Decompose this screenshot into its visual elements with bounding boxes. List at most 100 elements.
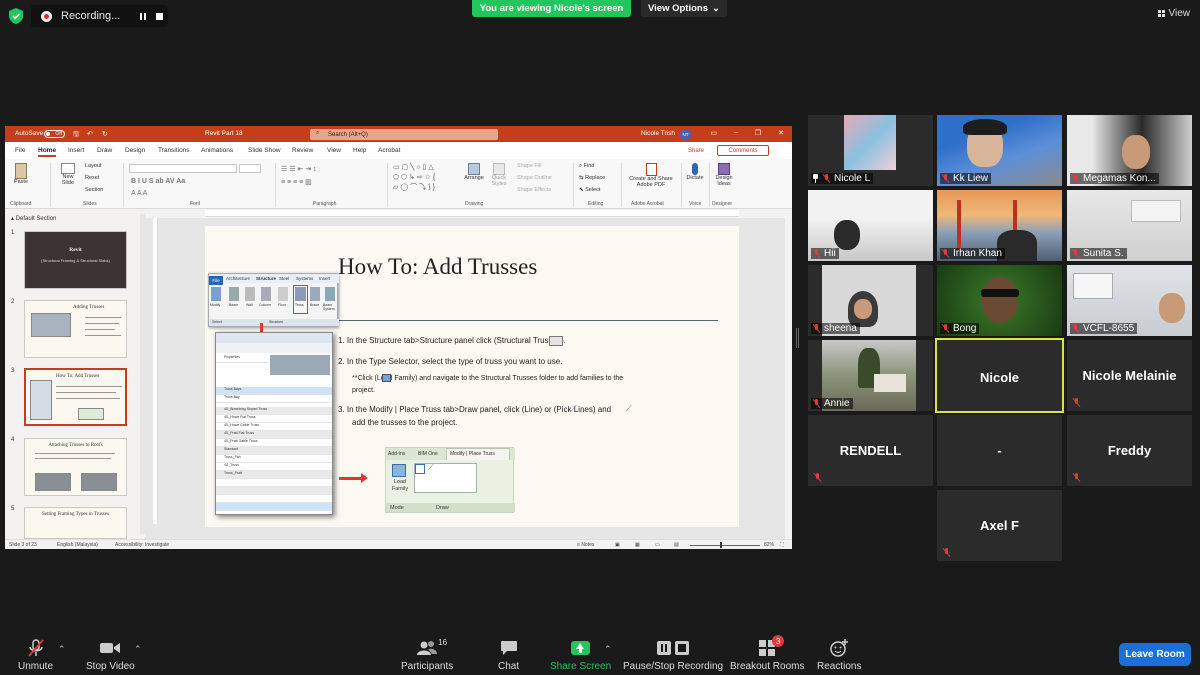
- ppt-search-box[interactable]: ⌕ Search (Alt+Q): [310, 129, 498, 140]
- view-button[interactable]: View: [1157, 8, 1190, 19]
- new-slide-button[interactable]: New Slide: [57, 163, 79, 186]
- tab-transitions[interactable]: Transitions: [158, 147, 190, 154]
- participant-tile[interactable]: Axel F: [937, 490, 1062, 561]
- participant-tile[interactable]: Sunita S.: [1067, 190, 1192, 261]
- participant-tile[interactable]: Nicole Melainie: [1067, 340, 1192, 411]
- find-button[interactable]: ⌕ Find: [579, 163, 594, 170]
- leave-room-button[interactable]: Leave Room: [1119, 643, 1191, 666]
- participant-tile[interactable]: Bong: [937, 265, 1062, 336]
- participant-tile[interactable]: VCFL-8655: [1067, 265, 1192, 336]
- reactions-button[interactable]: Reactions: [817, 638, 861, 672]
- fit-slide-icon[interactable]: ⛶: [780, 542, 784, 548]
- participant-tile[interactable]: -: [937, 415, 1062, 486]
- font-format-icons[interactable]: B I U S ab AV Aa: [131, 178, 185, 185]
- create-pdf-button[interactable]: Create and Share Adobe PDF: [625, 163, 677, 188]
- ppt-share-button[interactable]: Share: [681, 145, 711, 156]
- slide-sorter-icon[interactable]: ▦: [635, 542, 640, 548]
- tab-design[interactable]: Design: [125, 147, 145, 154]
- stop-recording-icon[interactable]: [154, 11, 164, 21]
- share-options-caret-icon[interactable]: ⌃: [604, 644, 612, 655]
- slide-thumbnail-2[interactable]: Adding Trusses: [24, 300, 127, 358]
- stop-video-button[interactable]: Stop Video: [86, 638, 135, 672]
- current-slide[interactable]: How To: Add Trusses File Architecture St…: [205, 226, 739, 527]
- shape-fill-button[interactable]: Shape Fill: [517, 163, 541, 169]
- slide-thumbnail-4[interactable]: Attaching Trusses to Roofs: [24, 438, 127, 496]
- zoom-slider[interactable]: [690, 545, 760, 546]
- accessibility-status[interactable]: Accessibility: Investigate: [115, 542, 169, 548]
- tab-insert[interactable]: Insert: [68, 147, 84, 154]
- participant-tile-active-speaker[interactable]: Nicole: [935, 338, 1064, 413]
- font-color-icons[interactable]: A A A: [131, 190, 147, 197]
- layout-button[interactable]: Layout: [85, 163, 102, 169]
- undo-icon[interactable]: ↶: [87, 130, 93, 138]
- tab-acrobat[interactable]: Acrobat: [378, 147, 400, 154]
- dictate-button[interactable]: Dictate: [685, 163, 705, 181]
- zoom-level[interactable]: 82%: [764, 542, 774, 548]
- participant-tile[interactable]: sheena: [808, 265, 933, 336]
- participant-tile[interactable]: Hii: [808, 190, 933, 261]
- shape-effects-button[interactable]: Shape Effects: [517, 187, 551, 193]
- audio-options-caret-icon[interactable]: ⌃: [58, 644, 66, 655]
- panel-resize-handle[interactable]: [796, 328, 798, 348]
- participant-tile[interactable]: Kk Liew: [937, 115, 1062, 186]
- participant-tile[interactable]: Nicole L: [808, 115, 933, 186]
- pause-stop-recording-button[interactable]: Pause/Stop Recording: [623, 638, 723, 672]
- video-options-caret-icon[interactable]: ⌃: [134, 644, 142, 655]
- tab-animations[interactable]: Animations: [201, 147, 233, 154]
- participants-button[interactable]: 16 Participants: [401, 638, 453, 672]
- tab-slide-show[interactable]: Slide Show: [248, 147, 281, 154]
- save-icon[interactable]: 🖫: [73, 130, 79, 141]
- notes-button[interactable]: ≡ Notes: [577, 542, 594, 548]
- tab-file[interactable]: File: [15, 147, 25, 154]
- zoom-slider-thumb[interactable]: [720, 542, 722, 548]
- quick-styles-button[interactable]: Quick Styles: [489, 163, 509, 187]
- language-indicator[interactable]: English (Malaysia): [57, 542, 98, 548]
- list-icons[interactable]: ☰ ☰ ⇤ ⇥ ↕: [281, 165, 317, 173]
- shape-outline-button[interactable]: Shape Outline: [517, 175, 552, 181]
- pause-recording-icon[interactable]: [135, 10, 151, 22]
- share-screen-button[interactable]: Share Screen: [550, 638, 611, 672]
- shapes-gallery[interactable]: ▭ ▢ ╲ ○ ▯ △ ⬠ ⬡ ↳ ⇨ ☆ {▱ ◯ ⌒ ⤵ ⟆ }: [393, 163, 435, 193]
- close-icon[interactable]: ✕: [778, 129, 784, 137]
- slide-thumbnail-1[interactable]: Revit (Structural Framing & Structural S…: [24, 231, 127, 289]
- breakout-rooms-button[interactable]: 3 Breakout Rooms: [730, 635, 804, 672]
- tab-draw[interactable]: Draw: [97, 147, 112, 154]
- participant-tile[interactable]: Irhan Khan: [937, 190, 1062, 261]
- arrange-button[interactable]: Arrange: [461, 163, 487, 181]
- slideshow-icon[interactable]: ▤: [674, 542, 679, 548]
- avatar[interactable]: NT: [680, 129, 691, 140]
- security-shield-icon[interactable]: [9, 8, 23, 24]
- ribbon-display-icon[interactable]: ▭: [710, 129, 717, 137]
- section-button[interactable]: Section: [85, 187, 103, 193]
- view-options-button[interactable]: View Options ⌄: [641, 0, 727, 17]
- tab-help[interactable]: Help: [353, 147, 366, 154]
- autosave-toggle[interactable]: Off: [44, 130, 65, 138]
- replace-button[interactable]: ⇆ Replace: [579, 175, 605, 181]
- tab-review[interactable]: Review: [292, 147, 313, 154]
- redo-icon[interactable]: ↻: [102, 130, 108, 138]
- paste-button[interactable]: Paste: [10, 163, 32, 185]
- chat-button[interactable]: Chat: [498, 638, 519, 672]
- slide-thumbnail-5[interactable]: Setting Framing Types in Trusses: [24, 507, 127, 539]
- normal-view-icon[interactable]: ▣: [615, 542, 620, 548]
- maximize-icon[interactable]: ❐: [755, 129, 761, 137]
- participant-tile[interactable]: Megamas Kon...: [1067, 115, 1192, 186]
- font-size-select[interactable]: [239, 164, 261, 173]
- document-title[interactable]: Revit Part 18: [205, 130, 243, 137]
- tab-view[interactable]: View: [327, 147, 341, 154]
- reading-view-icon[interactable]: ▭: [655, 542, 660, 548]
- tab-home[interactable]: Home: [38, 147, 57, 157]
- unmute-button[interactable]: Unmute: [18, 638, 53, 672]
- reset-button[interactable]: Reset: [85, 175, 99, 181]
- font-name-select[interactable]: [129, 164, 237, 173]
- align-icons[interactable]: ≡ ≡ ≡ ≡ ▥: [281, 178, 312, 186]
- minimize-icon[interactable]: –: [734, 129, 738, 137]
- slide-thumbnail-3[interactable]: How To: Add Trusses: [24, 368, 127, 426]
- participant-tile[interactable]: RENDELL: [808, 415, 933, 486]
- ppt-comments-button[interactable]: Comments: [717, 145, 769, 156]
- section-label[interactable]: ▴ Default Section: [11, 215, 56, 222]
- participant-tile[interactable]: Annie: [808, 340, 933, 411]
- select-button[interactable]: ⬉ Select: [579, 187, 600, 193]
- design-ideas-button[interactable]: Design Ideas: [712, 163, 736, 187]
- participant-tile[interactable]: Freddy: [1067, 415, 1192, 486]
